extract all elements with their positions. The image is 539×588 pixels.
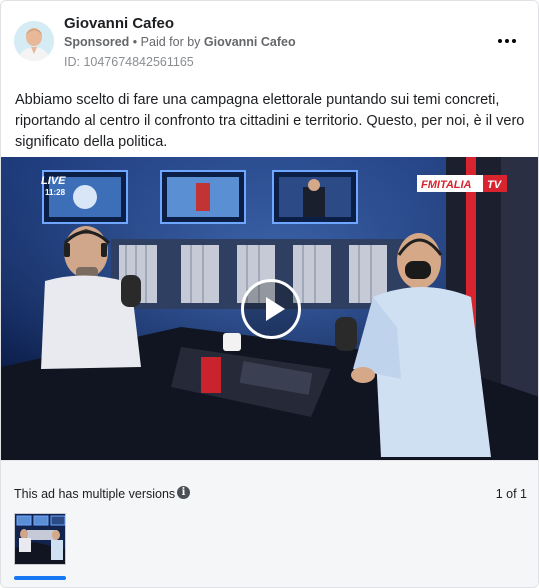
more-options-button[interactable]: [493, 31, 521, 51]
selected-version-indicator: [14, 576, 66, 580]
more-horizontal-icon-dot: [512, 39, 516, 43]
live-label: LIVE: [41, 175, 66, 187]
sponsored-line: Sponsored • Paid for by Giovanni Cafeo: [64, 35, 296, 49]
ad-body-text: Abbiamo scelto di fare una campagna elet…: [15, 92, 525, 150]
versions-label: This ad has multiple versions: [14, 487, 176, 501]
paid-for-prefix: Paid for by: [140, 35, 201, 49]
channel-logo: FMITALIA: [421, 179, 472, 191]
clock: 11:28: [45, 188, 66, 197]
versions-bar: This ad has multiple versions i 1 of 1: [1, 460, 538, 587]
more-horizontal-icon-dot: [505, 39, 509, 43]
paid-for-by: Giovanni Cafeo: [203, 35, 296, 49]
play-icon[interactable]: [241, 279, 301, 339]
more-horizontal-icon: [498, 39, 502, 43]
ad-id: ID: 1047674842561165: [64, 55, 194, 69]
advertiser-name[interactable]: Giovanni Cafeo: [64, 15, 174, 32]
version-thumbnail[interactable]: [14, 513, 66, 565]
version-pager: 1 of 1: [495, 487, 527, 501]
video-player[interactable]: LIVE 11:28 FMITALIA TV: [1, 157, 538, 460]
ad-card: Giovanni Cafeo Sponsored • Paid for by G…: [0, 0, 539, 588]
separator: •: [132, 35, 138, 49]
ad-header: Giovanni Cafeo Sponsored • Paid for by G…: [1, 1, 538, 79]
channel-logo-suffix: TV: [487, 179, 503, 191]
sponsored-label: Sponsored: [64, 35, 130, 49]
info-icon[interactable]: i: [177, 486, 190, 499]
avatar[interactable]: [14, 21, 54, 61]
